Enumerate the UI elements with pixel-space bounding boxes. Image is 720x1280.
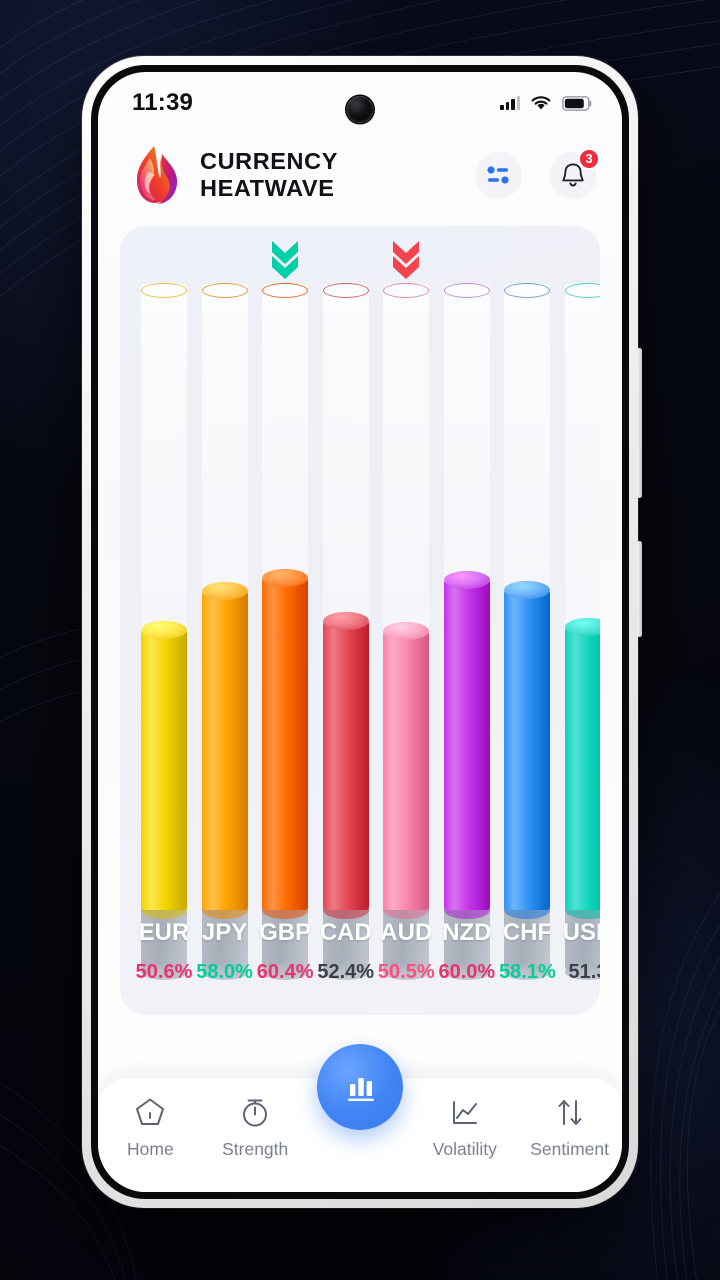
bar-body [383, 630, 430, 910]
notification-badge: 3 [578, 147, 600, 170]
bar-top-ellipse [565, 617, 600, 636]
wifi-icon [531, 95, 551, 109]
bar-label-cad: CAD [319, 919, 372, 946]
bar-top-ellipse [201, 581, 248, 600]
phone-device: 11:39 CURRENCY HEATWAVE 3 EUR JPY GBP CA… [82, 56, 642, 1208]
bar-body [262, 577, 309, 910]
nav-item-home[interactable]: Home [98, 1094, 203, 1160]
nav-item-volatility[interactable]: Volatility [412, 1094, 517, 1160]
bar-label-nzd: NZD [442, 919, 492, 946]
bar-body [565, 626, 600, 910]
nav-item-sentiment[interactable]: Sentiment [517, 1094, 622, 1160]
bar-cad[interactable] [322, 611, 369, 919]
signal-bars-icon [500, 96, 520, 110]
nav-label-volatility: Volatility [432, 1139, 497, 1159]
bar-body [141, 630, 187, 910]
notifications-button[interactable]: 3 [549, 147, 600, 199]
bar-label-chf: CHF [502, 919, 553, 946]
bar-label-eur: EUR [138, 919, 190, 946]
bar-jpy[interactable] [201, 581, 248, 919]
power-button[interactable] [637, 541, 642, 637]
up-down-arrows-icon [558, 1100, 582, 1125]
status-indicators [500, 95, 592, 111]
front-camera-punch-hole [346, 96, 374, 123]
line-chart-icon [452, 1101, 477, 1124]
status-bar: 11:39 [98, 72, 622, 134]
volume-chart-card: EURJPYGBPCADAUDNZDCHFUSD50.6%58.0%60.4%5… [120, 226, 600, 1015]
flame-logo-icon [137, 146, 178, 204]
bar-label-aud: AUD [380, 919, 433, 946]
bar-chart-icon [348, 1078, 374, 1101]
bar-eur[interactable] [141, 621, 187, 919]
bar-body [443, 579, 490, 910]
bottom-navigation: Home Strength Volume [98, 1044, 622, 1192]
bar-track-ring-cad [322, 283, 369, 298]
battery-icon [562, 95, 592, 111]
stopwatch-icon [243, 1099, 268, 1127]
bar-body [322, 620, 369, 910]
bar-value-usd: 51.3 [568, 961, 600, 983]
bar-gbp[interactable] [262, 568, 309, 919]
bar-track-ring-nzd [443, 283, 490, 298]
bar-track-ring-jpy [201, 283, 248, 298]
nav-item-strength[interactable]: Strength [203, 1094, 308, 1160]
volume-button[interactable] [637, 348, 642, 498]
double-chevron-down-icon-gbp [268, 237, 302, 279]
nav-item-volume[interactable] [317, 1044, 403, 1130]
bar-nzd[interactable] [443, 570, 490, 919]
bar-top-ellipse [262, 568, 309, 587]
page-title: CURRENCY HEATWAVE [200, 148, 338, 201]
bar-top-ellipse [383, 621, 430, 640]
bar-track-ring-eur [141, 283, 187, 298]
bar-label-gbp: GBP [259, 919, 312, 946]
phone-bezel: 11:39 CURRENCY HEATWAVE 3 EUR JPY GBP CA… [91, 65, 629, 1199]
bar-track-ring-aud [383, 283, 430, 298]
nav-label-strength: Strength [222, 1139, 289, 1159]
bar-body [504, 590, 551, 910]
sliders-settings-icon [487, 166, 509, 184]
settings-button[interactable] [475, 151, 522, 199]
bar-label-jpy: JPY [201, 919, 248, 946]
home-pentagon-icon [136, 1098, 165, 1125]
bar-top-ellipse [322, 611, 369, 630]
bar-usd[interactable] [565, 617, 600, 919]
phone-screen: 11:39 CURRENCY HEATWAVE 3 EUR JPY GBP CA… [98, 72, 622, 1192]
bar-label-usd: USD [562, 919, 600, 946]
bar-chf[interactable] [504, 581, 551, 919]
bar-track-ring-gbp [262, 283, 309, 298]
bar-top-ellipse [443, 570, 490, 589]
bar-aud[interactable] [383, 621, 430, 919]
double-chevron-down-icon-aud [389, 237, 423, 279]
bar-body [201, 590, 248, 910]
nav-label-sentiment: Sentiment [530, 1139, 609, 1159]
bar-chart: EURJPYGBPCADAUDNZDCHFUSD50.6%58.0%60.4%5… [120, 226, 600, 1015]
status-clock: 11:39 [132, 89, 194, 116]
nav-label-home: Home [127, 1139, 174, 1159]
app-header: CURRENCY HEATWAVE 3 [98, 134, 622, 214]
